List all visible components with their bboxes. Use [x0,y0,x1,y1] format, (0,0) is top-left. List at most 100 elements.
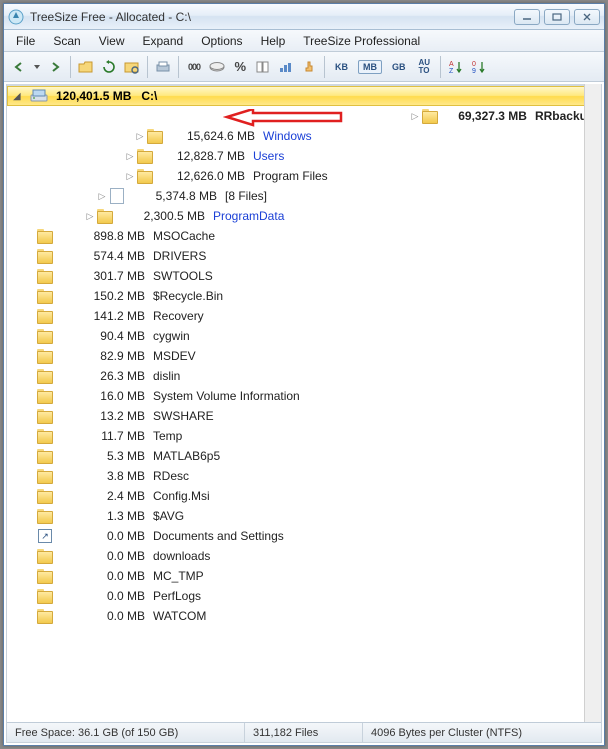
svg-text:0: 0 [472,61,476,68]
tree-row[interactable]: ▷16.0 MBSystem Volume Information [7,386,601,406]
tree-rows: ▷69,327.3 MBRRbackups▷15,624.6 MBWindows… [7,106,601,626]
expand-icon: ▷ [25,491,35,502]
tree-row[interactable]: ▷0.0 MBPerfLogs [7,586,601,606]
explorer-button[interactable] [121,56,143,78]
chart-button[interactable] [275,56,297,78]
row-size: 0.0 MB [55,529,151,543]
back-button[interactable] [8,56,30,78]
row-name: WATCOM [151,609,206,623]
refresh-button[interactable] [98,56,120,78]
folder-icon [37,589,53,603]
scrollbar[interactable] [584,84,601,722]
tree-row[interactable]: ▷90.4 MBcygwin [7,326,601,346]
tree-row[interactable]: ▷0.0 MBWATCOM [7,606,601,626]
tree-row[interactable]: ▷11.7 MBTemp [7,426,601,446]
expand-icon: ▷ [25,611,35,622]
touch-button[interactable] [298,56,320,78]
allocated-mode-button[interactable] [206,56,228,78]
expand-icon[interactable]: ▷ [135,131,145,142]
close-button[interactable] [574,9,600,25]
tree-row[interactable]: ▷3.8 MBRDesc [7,466,601,486]
tree-row[interactable]: ▷2,300.5 MBProgramData [7,206,601,226]
minimize-button[interactable] [514,9,540,25]
expand-icon: ▷ [25,311,35,322]
tree-row[interactable]: ▷5.3 MBMATLAB6p5 [7,446,601,466]
percent-mode-button[interactable]: % [229,56,251,78]
collapse-icon[interactable]: ◢ [12,91,22,102]
unit-auto-button[interactable]: AU TO [413,56,437,78]
folder-icon [37,369,53,383]
tree-row[interactable]: ▷0.0 MBdownloads [7,546,601,566]
unit-mb-button[interactable]: MB [355,56,385,78]
forward-button[interactable] [44,56,66,78]
expand-icon[interactable]: ▷ [125,151,135,162]
sort-az-button[interactable]: AZ [445,56,467,78]
folder-icon [147,129,163,143]
row-size: 0.0 MB [55,589,151,603]
tree-row[interactable]: ▷12,828.7 MBUsers [7,146,601,166]
expand-icon: ▷ [25,351,35,362]
tree-row[interactable]: ▷2.4 MBConfig.Msi [7,486,601,506]
tree-row[interactable]: ▷0.0 MBMC_TMP [7,566,601,586]
unit-kb-button[interactable]: KB [329,56,354,78]
menu-help[interactable]: Help [253,32,294,50]
folder-icon [97,209,113,223]
app-icon [8,9,24,25]
tree-row[interactable]: ▷ 82.9 MBMSDEV [7,346,601,366]
folder-icon [37,409,53,423]
sort-09-button[interactable]: 09 [468,56,490,78]
expand-icon: ▷ [25,251,35,262]
back-dropdown[interactable] [31,56,43,78]
tree-view[interactable]: ◢ 120,401.5 MB C:\ ▷69,327.3 MBRRbackups… [7,84,601,722]
titlebar[interactable]: TreeSize Free - Allocated - C:\ [4,4,604,30]
menu-options[interactable]: Options [193,32,250,50]
tree-row[interactable]: ▷15,624.6 MBWindows [7,126,601,146]
window-title: TreeSize Free - Allocated - C:\ [30,10,514,24]
tree-row[interactable]: ▷12,626.0 MBProgram Files [7,166,601,186]
toolbar: 000 % KB MB GB AU TO AZ 09 [4,52,604,82]
row-name: MC_TMP [151,569,204,583]
tree-row[interactable]: ▷26.3 MBdislin [7,366,601,386]
expand-icon: ▷ [25,571,35,582]
tree-row[interactable]: ▷574.4 MBDRIVERS [7,246,601,266]
tree-row[interactable]: ▷301.7 MBSWTOOLS [7,266,601,286]
row-name: Windows [261,129,312,143]
folder-icon [37,449,53,463]
tree-row[interactable]: ▷↗0.0 MBDocuments and Settings [7,526,601,546]
expand-icon[interactable]: ▷ [85,211,95,222]
tree-row[interactable]: ▷150.2 MB$Recycle.Bin [7,286,601,306]
tree-row[interactable]: ▷69,327.3 MBRRbackups [7,106,601,126]
tree-row[interactable]: ▷898.8 MBMSOCache [7,226,601,246]
row-size: 150.2 MB [55,289,151,303]
expand-icon[interactable]: ▷ [97,191,107,202]
expand-icon: ▷ [25,591,35,602]
row-size: 2,300.5 MB [115,209,211,223]
menu-file[interactable]: File [8,32,43,50]
filecount-button[interactable] [252,56,274,78]
size-mode-button[interactable]: 000 [183,56,205,78]
unit-gb-button[interactable]: GB [386,56,412,78]
open-folder-button[interactable] [75,56,97,78]
row-name: MSDEV [151,349,196,363]
folder-icon [37,309,53,323]
row-name: [8 Files] [223,189,267,203]
tree-row[interactable]: ▷13.2 MBSWSHARE [7,406,601,426]
expand-icon: ▷ [25,431,35,442]
folder-icon [137,149,153,163]
row-size: 82.9 MB [55,349,151,363]
expand-icon: ▷ [25,451,35,462]
print-button[interactable] [152,56,174,78]
row-name: RDesc [151,469,189,483]
tree-row[interactable]: ▷1.3 MB$AVG [7,506,601,526]
menu-view[interactable]: View [91,32,133,50]
tree-row[interactable]: ▷141.2 MBRecovery [7,306,601,326]
root-drive-row[interactable]: ◢ 120,401.5 MB C:\ [7,86,601,106]
row-size: 898.8 MB [55,229,151,243]
expand-icon[interactable]: ▷ [410,111,420,122]
menu-expand[interactable]: Expand [135,32,192,50]
menu-treesize-pro[interactable]: TreeSize Professional [295,32,428,50]
tree-row[interactable]: ▷5,374.8 MB[8 Files] [7,186,601,206]
maximize-button[interactable] [544,9,570,25]
menu-scan[interactable]: Scan [45,32,88,50]
expand-icon[interactable]: ▷ [125,171,135,182]
